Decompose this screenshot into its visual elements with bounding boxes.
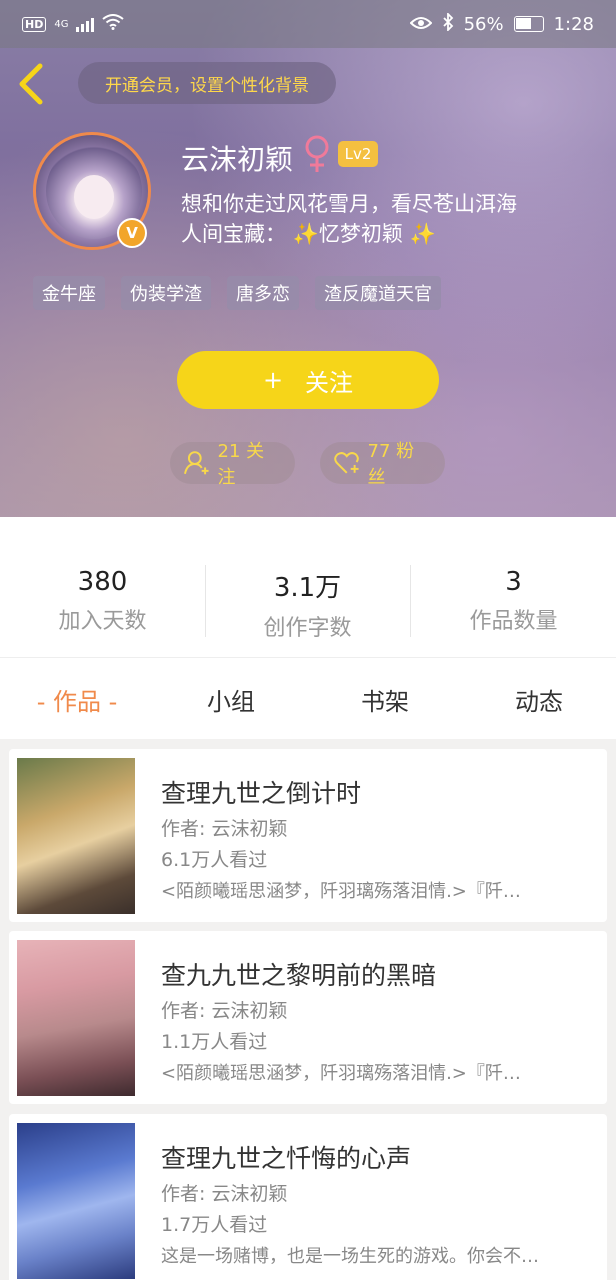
bio-highlight-name: 忆梦初颖 [318, 222, 403, 246]
status-bar: HD 4G 56% 1:28 [0, 0, 616, 48]
following-count-button[interactable]: 21 关注 [170, 441, 295, 488]
fans-count-label: 77 粉丝 [367, 441, 415, 488]
stats-panel: 380 加入天数 3.1万 创作字数 3 作品数量 [0, 517, 616, 657]
verified-badge: V [117, 218, 147, 248]
chevron-left-icon [19, 63, 43, 105]
work-card[interactable]: 查理九世之倒计时 作者: 云沫初颖 6.1万人看过 <陌颜曦瑶思涵梦，阡羽璃殇落… [9, 749, 607, 922]
hd-icon: HD [22, 16, 47, 32]
work-author: 作者: 云沫初颖 [161, 1183, 288, 1205]
tag[interactable]: 伪装学渣 [121, 276, 211, 310]
stat-label: 创作字数 [263, 616, 352, 641]
network-label: 4G [54, 18, 69, 30]
stat-label: 加入天数 [58, 609, 147, 634]
work-author: 作者: 云沫初颖 [161, 1000, 288, 1022]
back-button[interactable] [14, 62, 54, 106]
tag[interactable]: 渣反魔道天官 [315, 276, 441, 310]
work-views: 1.7万人看过 [161, 1214, 268, 1236]
bluetooth-icon [442, 11, 454, 36]
work-description: <陌颜曦瑶思涵梦，阡羽璃殇落泪情.>『阡… [161, 1063, 521, 1084]
book-cover [17, 758, 135, 914]
following-count-label: 21 关注 [217, 441, 265, 488]
bio-line-2: 人间宝藏： ✨忆梦初颖 ✨ [181, 219, 517, 249]
heart-plus-icon [334, 452, 359, 474]
stat-value: 3 [505, 567, 522, 597]
work-description: <陌颜曦瑶思涵梦，阡羽璃殇落泪情.>『阡… [161, 881, 521, 902]
work-description: 这是一场赌博，也是一场生死的游戏。你会不… [161, 1246, 539, 1267]
tab-groups[interactable]: 小组 [154, 682, 308, 717]
stat-works: 3 作品数量 [411, 567, 616, 635]
user-name: 云沫初颖 [181, 143, 294, 176]
book-cover [17, 940, 135, 1096]
stat-days: 380 加入天数 [0, 567, 205, 635]
sparkle-icon: ✨ [402, 222, 436, 246]
profile-tabs: - 作品 - 小组 书架 动态 [0, 657, 616, 739]
wifi-icon [102, 13, 125, 35]
fans-count-button[interactable]: 77 粉丝 [320, 441, 445, 488]
tag-list: 金牛座 伪装学渣 唐多恋 渣反魔道天官 [33, 276, 441, 310]
profile-header: HD 4G 56% 1:28 开通会员，设置个性化背景 V 云沫初颖 Lv2 想… [0, 0, 616, 517]
tab-bookshelf[interactable]: 书架 [308, 682, 462, 717]
bio-line-1: 想和你走过风花雪月，看尽苍山洱海 [181, 192, 517, 216]
work-title: 查九九世之黎明前的黑暗 [161, 961, 437, 990]
work-title: 查理九世之倒计时 [161, 779, 362, 808]
signal-icon [76, 16, 95, 32]
vip-background-button[interactable]: 开通会员，设置个性化背景 [78, 62, 336, 104]
stat-label: 作品数量 [469, 609, 558, 634]
bio-prefix: 人间宝藏： [181, 222, 286, 246]
stat-value: 3.1万 [273, 573, 342, 603]
tag[interactable]: 金牛座 [33, 276, 105, 310]
follow-button-label: 关注 [305, 368, 354, 397]
battery-icon [513, 16, 544, 32]
sparkle-icon: ✨ [292, 222, 319, 246]
work-views: 6.1万人看过 [161, 849, 268, 871]
tag[interactable]: 唐多恋 [227, 276, 299, 310]
user-bio: 想和你走过风花雪月，看尽苍山洱海 人间宝藏： ✨忆梦初颖 ✨ [181, 189, 517, 249]
female-icon [302, 134, 332, 174]
user-plus-icon [184, 451, 209, 475]
tab-works[interactable]: - 作品 - [0, 682, 154, 717]
battery-percent: 56% [463, 13, 504, 35]
follow-button[interactable]: + 关注 [177, 351, 439, 409]
eye-icon [409, 14, 432, 35]
avatar[interactable]: V [33, 132, 151, 250]
work-views: 1.1万人看过 [161, 1031, 268, 1053]
clock: 1:28 [553, 13, 594, 35]
book-cover [17, 1123, 135, 1279]
tab-activity[interactable]: 动态 [462, 682, 616, 717]
work-author: 作者: 云沫初颖 [161, 818, 288, 840]
stat-words: 3.1万 创作字数 [205, 567, 410, 642]
work-title: 查理九世之忏悔的心声 [161, 1144, 412, 1173]
work-card[interactable]: 查理九世之忏悔的心声 作者: 云沫初颖 1.7万人看过 这是一场赌博，也是一场生… [9, 1114, 607, 1280]
work-card[interactable]: 查九九世之黎明前的黑暗 作者: 云沫初颖 1.1万人看过 <陌颜曦瑶思涵梦，阡羽… [9, 931, 607, 1104]
stat-value: 380 [77, 567, 128, 597]
level-badge: Lv2 [338, 141, 378, 167]
plus-icon: + [262, 366, 284, 394]
